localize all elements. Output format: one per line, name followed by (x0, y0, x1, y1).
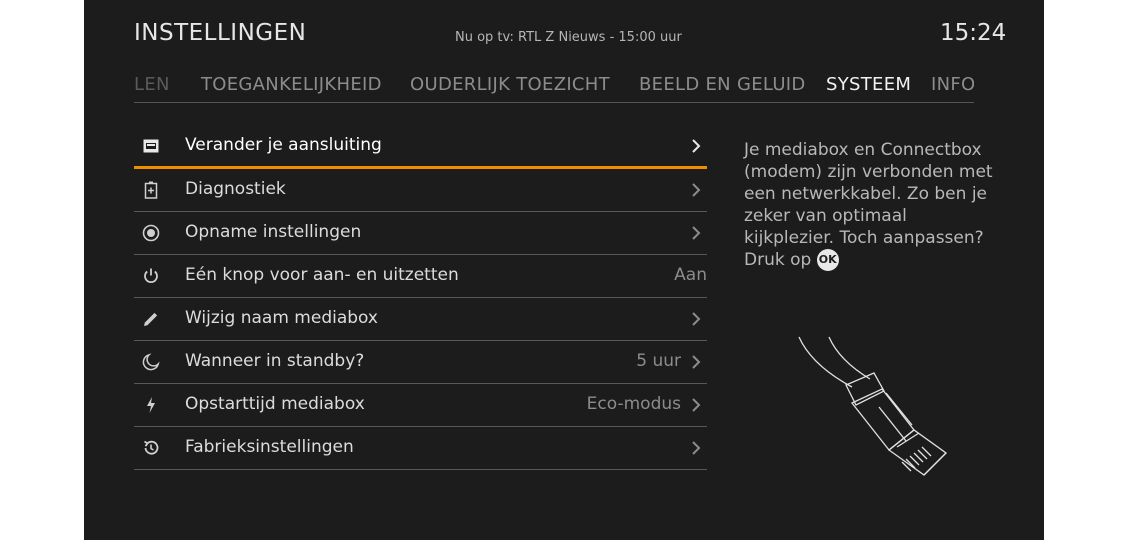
menu-item-label: Wanneer in standby? (185, 351, 365, 371)
menu-item-diagnostiek[interactable]: Diagnostiek (134, 169, 707, 212)
page-title: INSTELLINGEN (134, 20, 307, 46)
record-icon (142, 224, 160, 242)
menu-item-label: Eén knop voor aan- en uitzetten (185, 265, 459, 285)
tab-bar: LEN TOEGANKELIJKHEID OUDERLIJK TOEZICHT … (134, 72, 974, 103)
power-icon (142, 267, 160, 285)
menu-item-label: Wijzig naam mediabox (185, 308, 378, 328)
now-on-tv: Nu op tv: RTL Z Nieuws - 15:00 uur (455, 30, 682, 45)
menu-item-fabrieksinstellingen[interactable]: Fabrieksinstellingen (134, 427, 707, 470)
tab-toegankelijkheid[interactable]: TOEGANKELIJKHEID (201, 72, 382, 98)
menu-item-verander-aansluiting[interactable]: Verander je aansluiting (134, 125, 707, 169)
pencil-icon (142, 310, 160, 328)
chevron-right-icon (692, 441, 701, 455)
battery-plus-icon (142, 181, 160, 199)
menu-item-label: Fabrieksinstellingen (185, 437, 354, 457)
chevron-right-icon (692, 355, 701, 369)
chevron-right-icon (692, 183, 701, 197)
tab-ouderlijk-toezicht[interactable]: OUDERLIJK TOEZICHT (410, 72, 610, 98)
info-text: Je mediabox en Connectbox (modem) zijn v… (744, 140, 993, 270)
menu-item-value: Eco-modus (586, 394, 681, 414)
settings-menu: Verander je aansluiting Diagnostiek Opna… (134, 125, 707, 470)
chevron-right-icon (692, 139, 701, 153)
menu-item-label: Opname instellingen (185, 222, 362, 242)
tab-instellen-partial[interactable]: LEN (134, 72, 170, 98)
menu-item-opstarttijd[interactable]: Opstarttijd mediabox Eco-modus (134, 384, 707, 427)
tab-info[interactable]: INFO (931, 72, 974, 98)
reset-icon (142, 439, 160, 457)
clock: 15:24 (940, 20, 1007, 46)
menu-item-value: 5 uur (636, 351, 681, 371)
chevron-right-icon (692, 226, 701, 240)
settings-screen: INSTELLINGEN Nu op tv: RTL Z Nieuws - 15… (84, 0, 1044, 540)
menu-item-label: Diagnostiek (185, 179, 286, 199)
ethernet-port-icon (142, 137, 160, 155)
menu-item-label: Opstarttijd mediabox (185, 394, 365, 414)
menu-item-standby[interactable]: Wanneer in standby? 5 uur (134, 341, 707, 384)
chevron-right-icon (692, 312, 701, 326)
chevron-right-icon (692, 398, 701, 412)
ok-button-icon: OK (816, 249, 839, 271)
menu-item-wijzig-naam[interactable]: Wijzig naam mediabox (134, 298, 707, 341)
menu-item-value: Aan (674, 265, 707, 285)
tab-beeld-en-geluid[interactable]: BEELD EN GELUID (639, 72, 806, 98)
lightning-icon (142, 396, 160, 414)
moon-icon (142, 353, 160, 371)
tab-systeem[interactable]: SYSTEEM (826, 72, 911, 98)
menu-item-opname-instellingen[interactable]: Opname instellingen (134, 212, 707, 255)
ethernet-cable-icon (798, 336, 948, 476)
info-panel: Je mediabox en Connectbox (modem) zijn v… (744, 139, 994, 271)
menu-item-een-knop[interactable]: Eén knop voor aan- en uitzetten Aan (134, 255, 707, 298)
menu-item-label: Verander je aansluiting (185, 135, 382, 155)
